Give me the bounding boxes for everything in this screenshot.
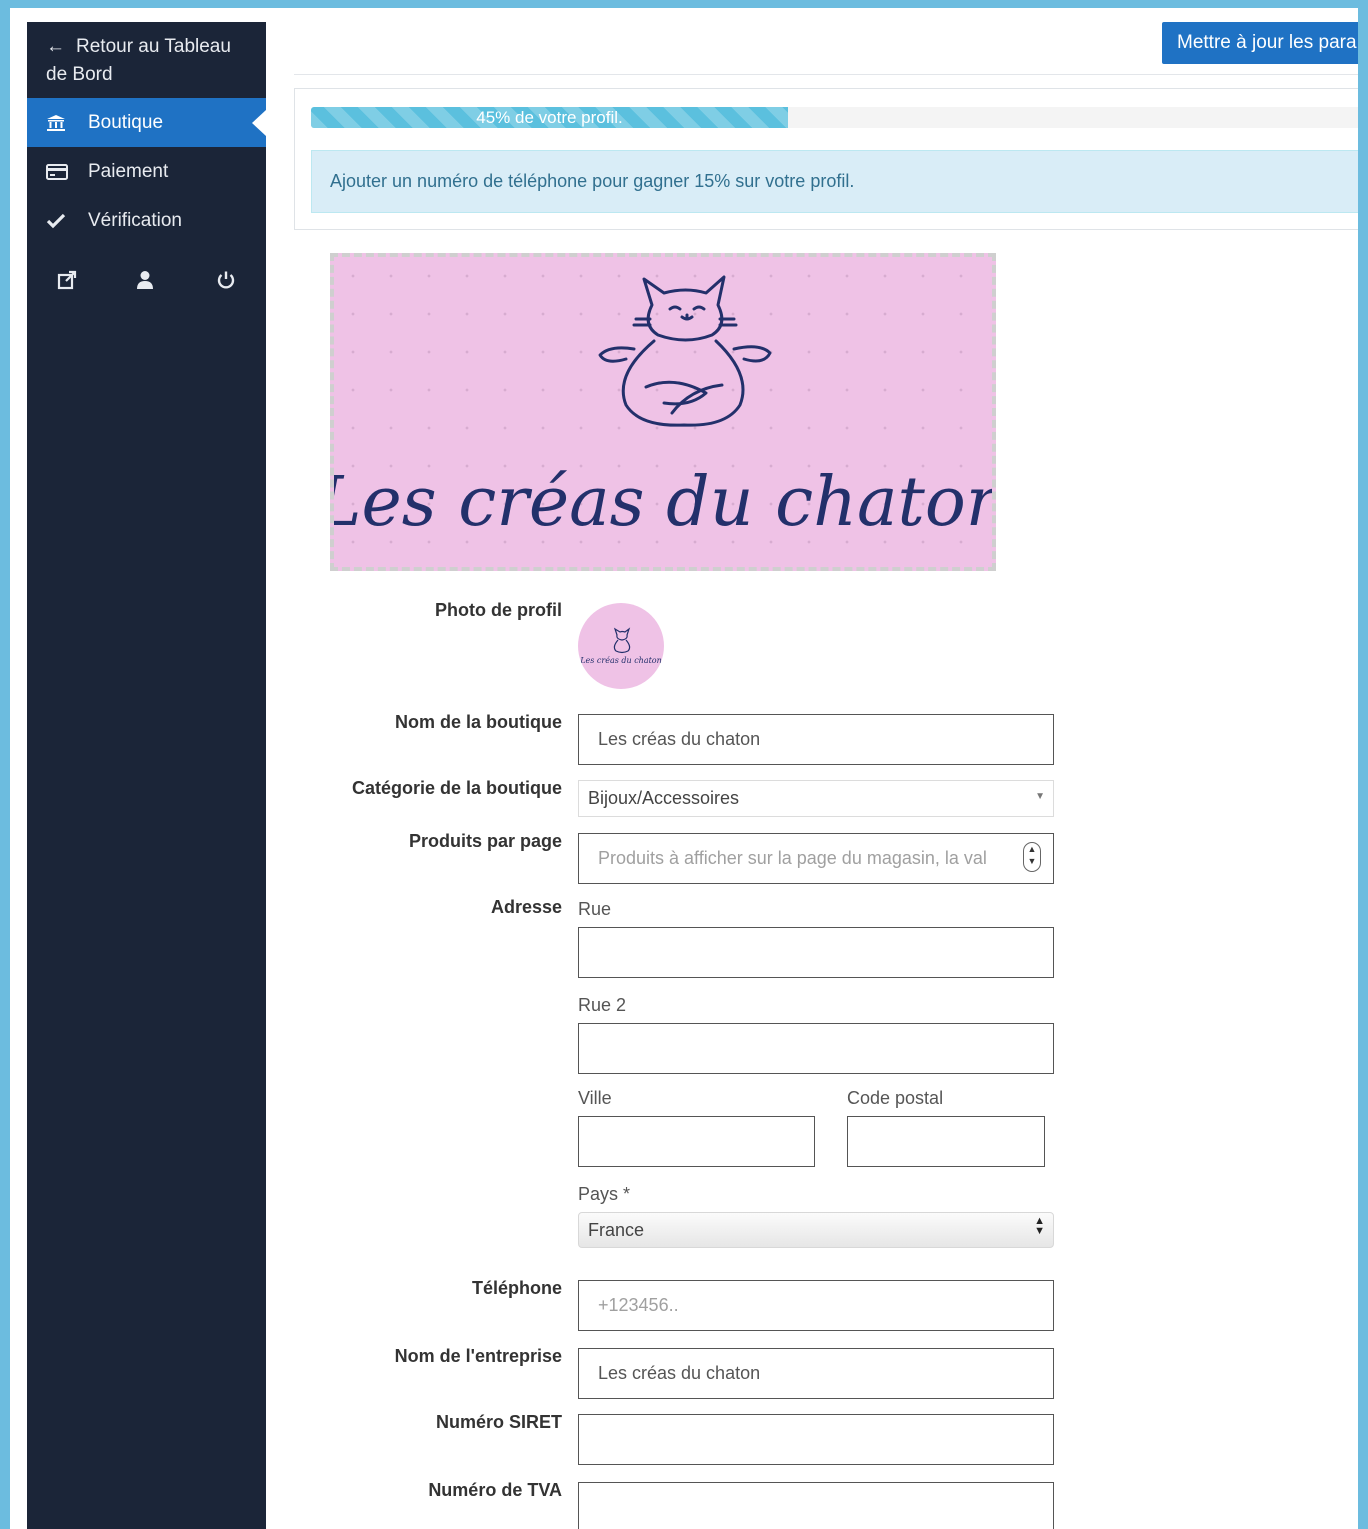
shop-banner[interactable]: Les créas du chaton xyxy=(330,253,996,571)
street-label: Rue xyxy=(578,899,612,919)
external-link-icon[interactable] xyxy=(57,270,77,295)
products-per-page-input[interactable]: Produits à afficher sur la page du magas… xyxy=(578,833,1054,884)
city-label: Ville xyxy=(578,1088,612,1108)
sidebar-item-verification[interactable]: Vérification xyxy=(27,196,266,245)
cat-meditating-icon xyxy=(598,275,772,427)
user-icon[interactable] xyxy=(136,270,154,295)
country-label: Pays * xyxy=(578,1184,631,1204)
siret-label: Numéro SIRET xyxy=(435,1412,562,1432)
shop-name-input[interactable]: Les créas du chaton xyxy=(578,714,1054,765)
profile-completeness-panel: 45% de votre profil. Ajouter un numéro d… xyxy=(294,88,1358,230)
credit-card-icon xyxy=(46,163,88,181)
phone-input[interactable]: +123456.. xyxy=(578,1280,1054,1331)
sidebar-item-paiement[interactable]: Paiement xyxy=(27,147,266,196)
street2-input[interactable] xyxy=(578,1023,1054,1074)
products-per-page-placeholder: Produits à afficher sur la page du magas… xyxy=(598,848,987,868)
chevron-down-icon: ▼ xyxy=(1035,791,1045,802)
sidebar-item-label: Vérification xyxy=(88,209,182,231)
sidebar-item-boutique[interactable]: Boutique xyxy=(27,98,266,147)
products-per-page-label: Produits par page xyxy=(408,831,562,851)
back-to-dashboard-link[interactable]: ← Retour au Tableau de Bord xyxy=(27,22,266,98)
banner-logo: Les créas du chaton xyxy=(334,275,992,542)
city-input[interactable] xyxy=(578,1116,815,1167)
profile-tip-alert: Ajouter un numéro de téléphone pour gagn… xyxy=(311,150,1358,213)
check-icon xyxy=(46,213,88,229)
page: ← Retour au Tableau de Bord Boutique Paie… xyxy=(10,8,1358,1529)
banner-logo-text: Les créas du chaton xyxy=(334,463,992,542)
sidebar: ← Retour au Tableau de Bord Boutique Paie… xyxy=(27,22,266,1529)
divider xyxy=(294,74,1358,75)
select-arrows-icon: ▲ ▼ xyxy=(1034,1215,1045,1237)
category-label: Catégorie de la boutique xyxy=(351,778,562,798)
company-name-input[interactable]: Les créas du chaton xyxy=(578,1348,1054,1399)
update-settings-button[interactable]: Mettre à jour les para xyxy=(1162,22,1358,64)
bank-icon xyxy=(46,114,88,132)
country-value: France xyxy=(588,1219,645,1240)
sidebar-quick-actions xyxy=(27,258,266,302)
power-icon[interactable] xyxy=(216,270,236,295)
address-label: Adresse xyxy=(490,897,562,917)
phone-label: Téléphone xyxy=(471,1278,562,1298)
cat-meditating-icon xyxy=(613,627,631,654)
vat-input[interactable] xyxy=(578,1482,1054,1529)
arrow-left-icon: ← xyxy=(46,36,65,57)
street-input[interactable] xyxy=(578,927,1054,978)
siret-input[interactable] xyxy=(578,1414,1054,1465)
category-select[interactable]: Bijoux/Accessoires ▼ xyxy=(578,780,1054,817)
shop-name-label: Nom de la boutique xyxy=(394,712,562,732)
profile-progress: 45% de votre profil. xyxy=(311,107,1358,128)
number-stepper-icon[interactable]: ▲ ▼ xyxy=(1023,842,1041,872)
zip-input[interactable] xyxy=(847,1116,1045,1167)
sidebar-item-label: Paiement xyxy=(88,160,169,182)
phone-placeholder: +123456.. xyxy=(598,1295,679,1315)
company-name-label: Nom de l'entreprise xyxy=(394,1346,562,1366)
progress-bar: 45% de votre profil. xyxy=(311,107,788,128)
sidebar-item-label: Boutique xyxy=(88,111,164,133)
category-value: Bijoux/Accessoires xyxy=(588,788,740,808)
vat-label: Numéro de TVA xyxy=(428,1480,562,1500)
country-select[interactable]: France ▲ ▼ xyxy=(578,1212,1054,1248)
profile-avatar[interactable]: Les créas du chaton xyxy=(578,603,664,689)
avatar-logo-text: Les créas du chaton xyxy=(579,656,662,665)
zip-label: Code postal xyxy=(847,1088,944,1108)
street2-label: Rue 2 xyxy=(578,995,627,1015)
photo-label: Photo de profil xyxy=(435,600,562,620)
